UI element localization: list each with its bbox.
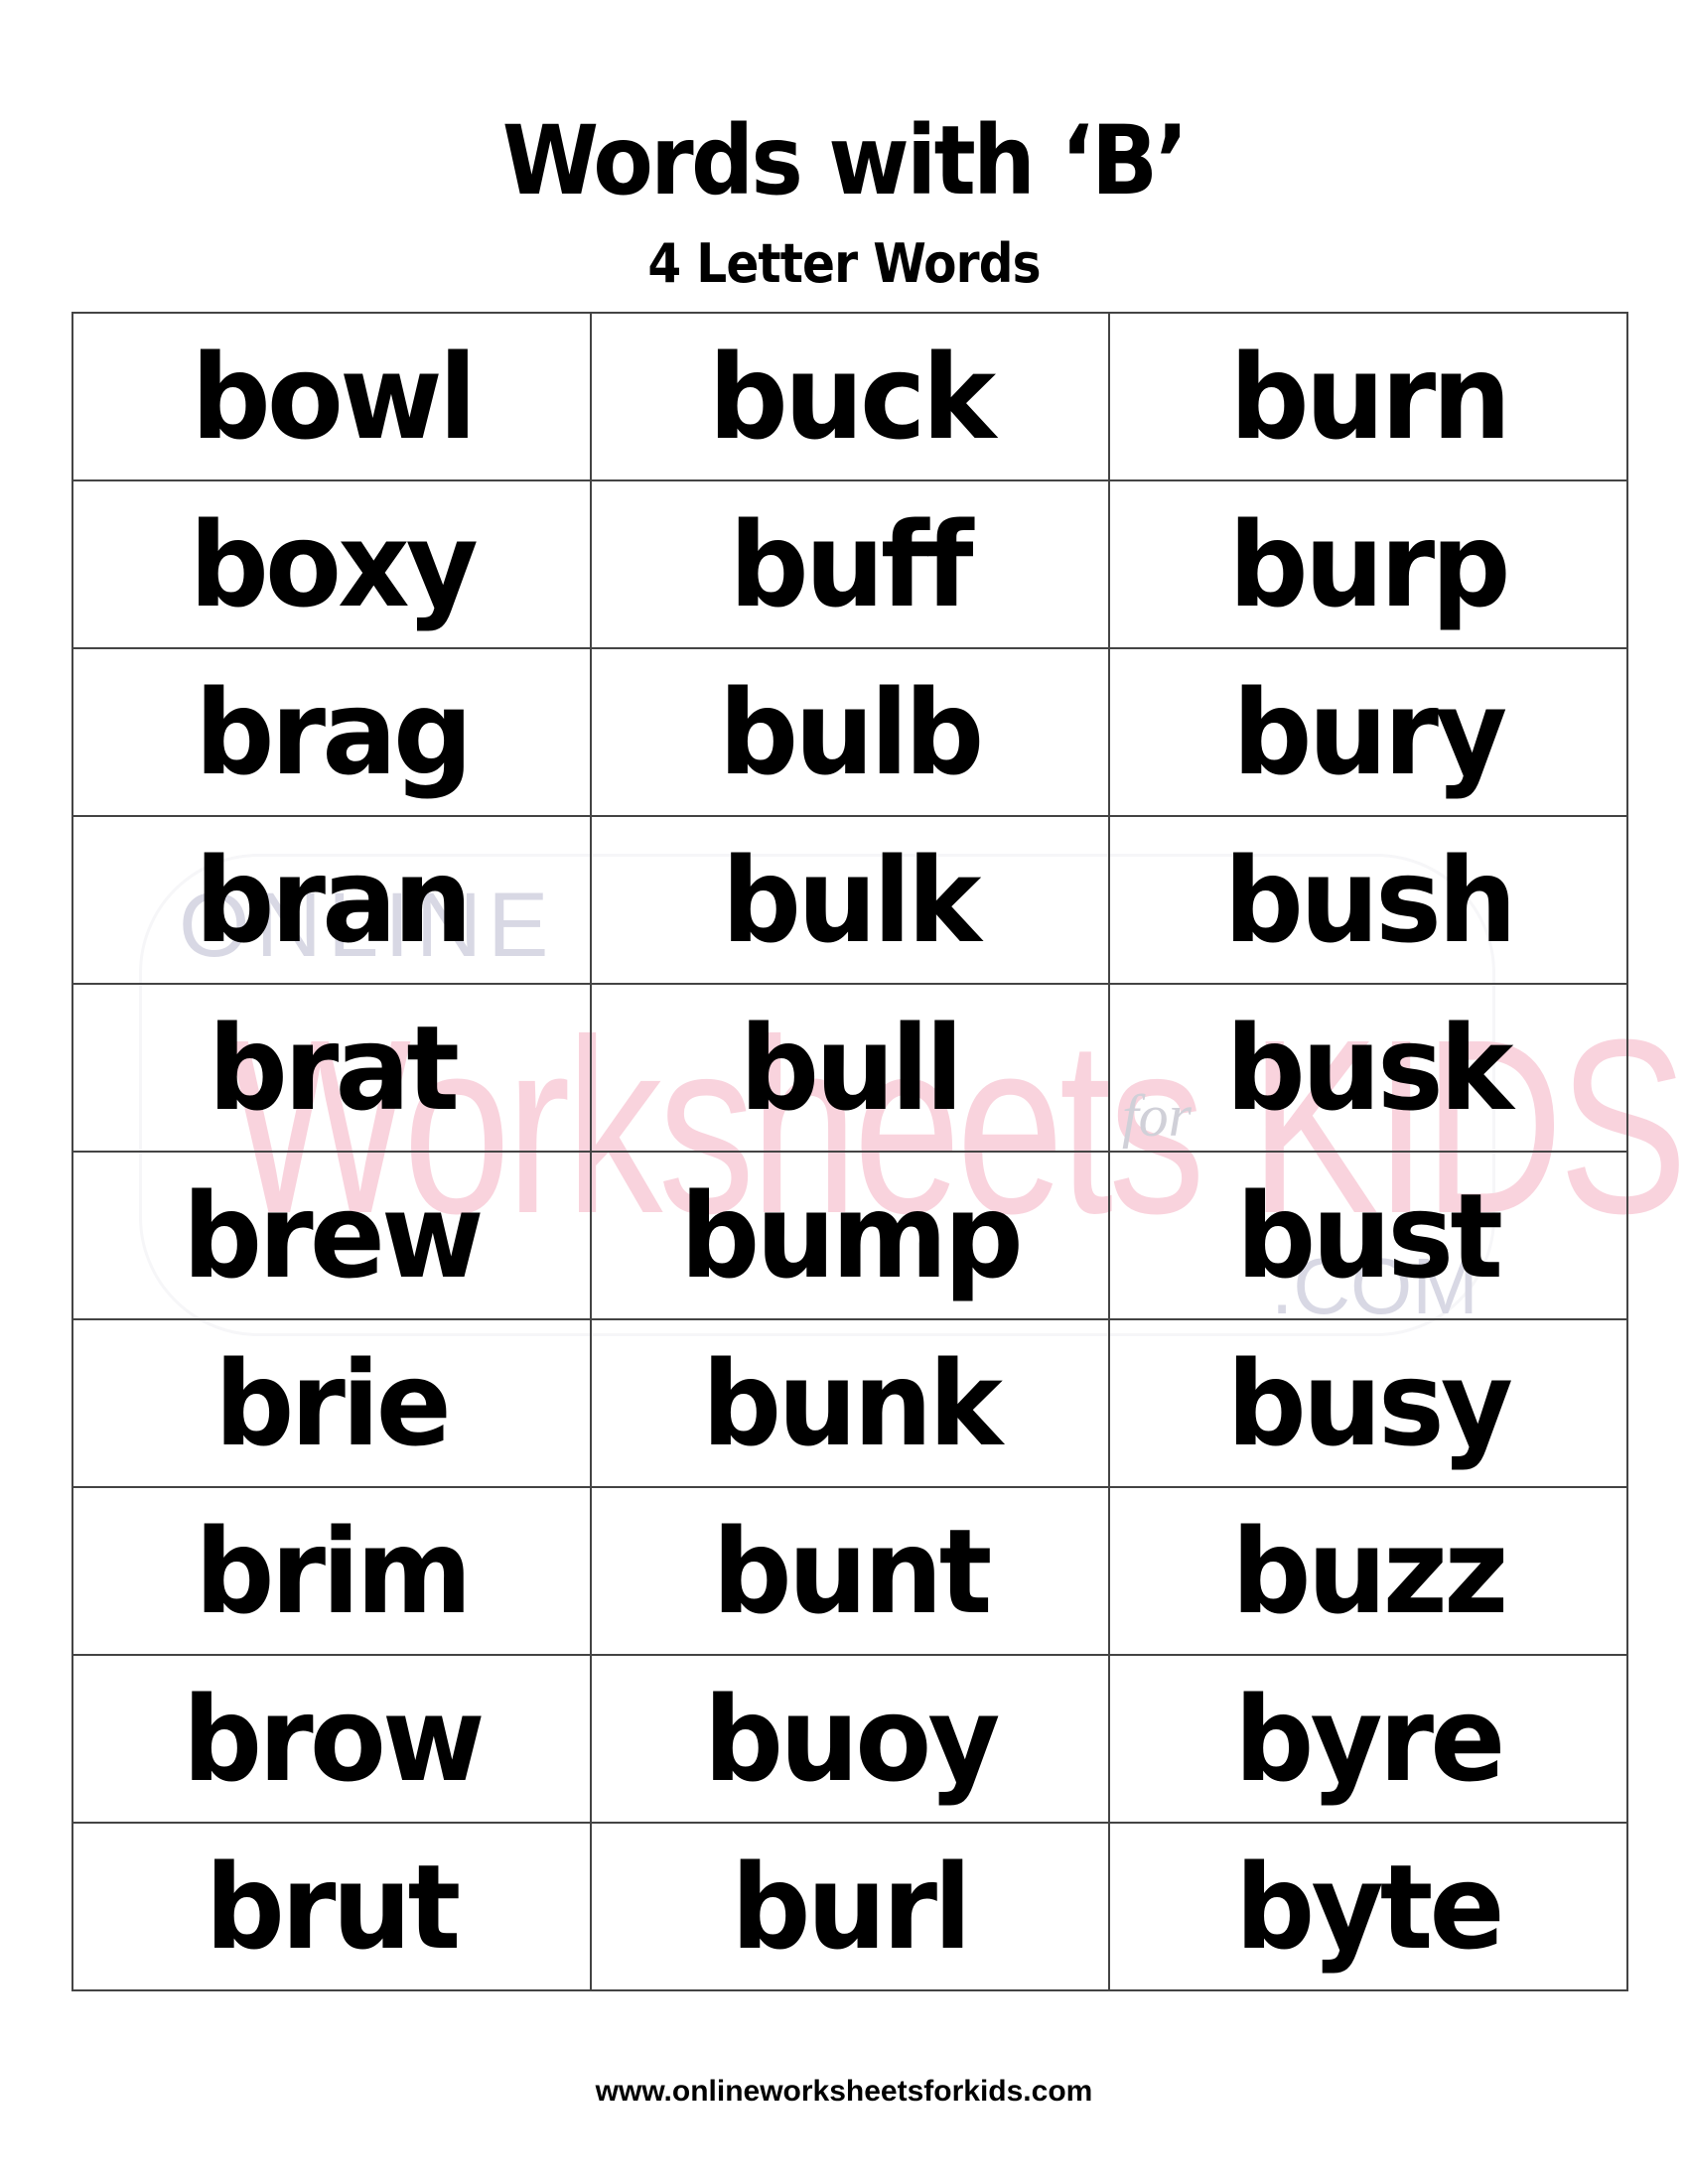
word-cell: bulb — [590, 647, 1110, 817]
word-text: burn — [1229, 328, 1511, 466]
word-cell: boxy — [71, 479, 592, 649]
word-text: buzz — [1231, 1502, 1508, 1640]
word-cell: buff — [590, 479, 1110, 649]
word-text: bust — [1236, 1166, 1503, 1304]
word-cell: bush — [1108, 815, 1628, 985]
word-text: bush — [1223, 831, 1516, 969]
table-row: brie bunk busy — [71, 1318, 1628, 1488]
word-cell: buck — [590, 312, 1110, 481]
word-text: byte — [1235, 1838, 1505, 1976]
table-row: brag bulb bury — [71, 647, 1628, 817]
word-cell: brew — [71, 1151, 592, 1320]
word-text: brow — [182, 1670, 486, 1808]
word-text: boxy — [189, 495, 478, 633]
table-row: bran bulk bush — [71, 815, 1628, 985]
word-table: bowl buck burn boxy buff burp brag bulb bury bran… — [71, 312, 1628, 1991]
word-cell: busy — [1108, 1318, 1628, 1488]
word-text: brut — [206, 1838, 462, 1976]
page-title: Words with ‘B’ — [501, 105, 1189, 216]
word-cell: bunk — [590, 1318, 1110, 1488]
word-cell: bury — [1108, 647, 1628, 817]
word-text: bunt — [711, 1502, 992, 1640]
table-row: brat bull busk — [71, 983, 1628, 1153]
word-cell: bunt — [590, 1486, 1110, 1656]
word-text: bump — [680, 1166, 1024, 1304]
word-cell: bulk — [590, 815, 1110, 985]
word-cell: brim — [71, 1486, 592, 1656]
word-cell: busk — [1108, 983, 1628, 1153]
word-text: bran — [195, 831, 473, 969]
word-text: busy — [1226, 1334, 1513, 1472]
word-cell: brag — [71, 647, 592, 817]
word-text: bull — [740, 999, 964, 1137]
word-cell: burn — [1108, 312, 1628, 481]
word-text: buck — [708, 328, 996, 466]
word-cell: burp — [1108, 479, 1628, 649]
word-text: burp — [1228, 495, 1511, 633]
word-cell: bump — [590, 1151, 1110, 1320]
table-row: brew bump bust — [71, 1151, 1628, 1320]
word-cell: bust — [1108, 1151, 1628, 1320]
word-cell: bowl — [71, 312, 592, 481]
word-cell: buoy — [590, 1654, 1110, 1824]
word-cell: brow — [71, 1654, 592, 1824]
table-row: brim bunt buzz — [71, 1486, 1628, 1656]
word-text: brag — [194, 663, 473, 801]
footer-url: www.onlineworksheetsforkids.com — [595, 2075, 1093, 2108]
word-cell: byte — [1108, 1822, 1628, 1991]
word-text: bulk — [722, 831, 982, 969]
table-row: brut burl byte — [71, 1822, 1628, 1991]
word-text: bury — [1232, 663, 1507, 801]
word-cell: buzz — [1108, 1486, 1628, 1656]
page-subtitle: 4 Letter Words — [647, 232, 1041, 295]
word-text: busk — [1225, 999, 1514, 1137]
word-cell: bran — [71, 815, 592, 985]
word-cell: brut — [71, 1822, 592, 1991]
word-text: brat — [208, 999, 459, 1137]
word-text: bowl — [190, 328, 477, 466]
word-cell: brie — [71, 1318, 592, 1488]
word-text: bulb — [719, 663, 984, 801]
word-cell: byre — [1108, 1654, 1628, 1824]
word-text: brie — [214, 1334, 453, 1472]
word-text: byre — [1234, 1670, 1505, 1808]
word-text: buff — [729, 495, 974, 633]
word-cell: bull — [590, 983, 1110, 1153]
table-row: bowl buck burn — [71, 312, 1628, 481]
word-cell: brat — [71, 983, 592, 1153]
word-text: brew — [183, 1166, 485, 1304]
word-text: burl — [731, 1838, 972, 1976]
word-text: buoy — [703, 1670, 1001, 1808]
word-text: bunk — [701, 1334, 1002, 1472]
word-cell: burl — [590, 1822, 1110, 1991]
table-row: brow buoy byre — [71, 1654, 1628, 1824]
word-text: brim — [195, 1502, 472, 1640]
table-row: boxy buff burp — [71, 479, 1628, 649]
